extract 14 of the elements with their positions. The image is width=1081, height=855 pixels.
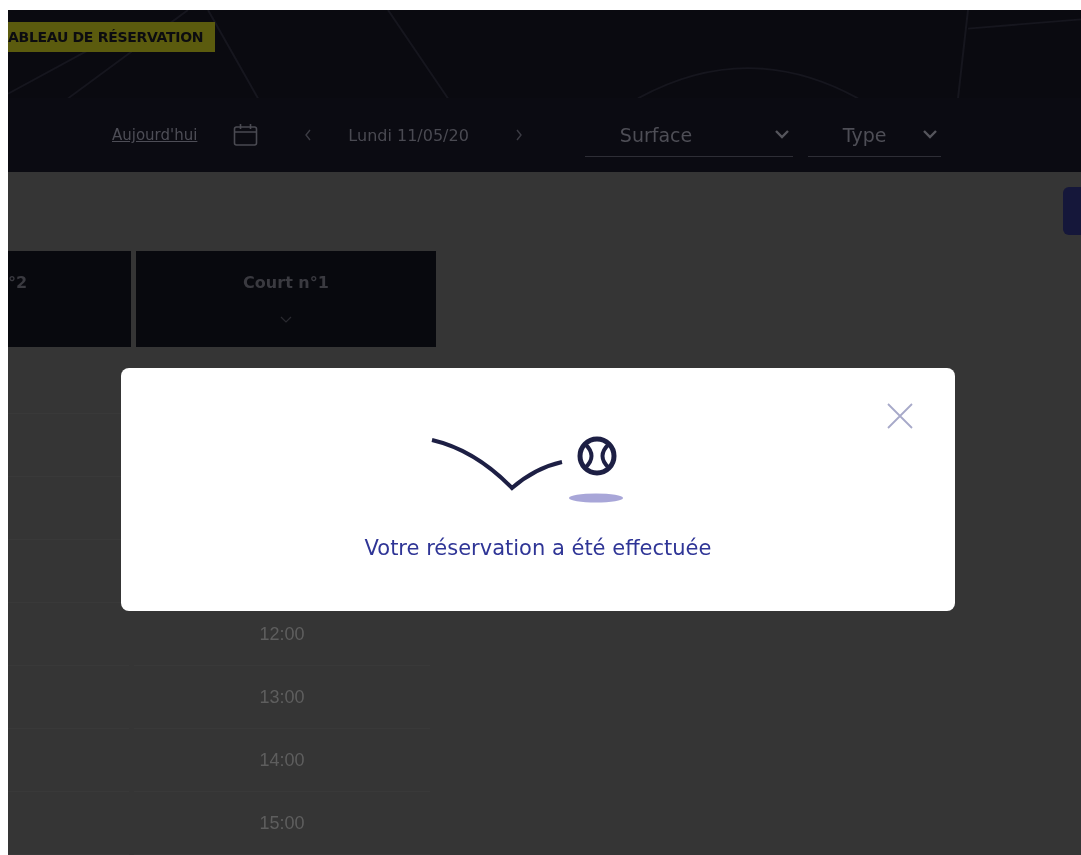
filter-dropdown[interactable]: Surface [584,113,793,158]
previous-day-icon[interactable] [304,129,313,142]
current-date: Lundi 11/05/20 [348,125,469,145]
calendar-icon[interactable] [233,124,259,147]
next-day-icon[interactable] [514,129,523,142]
chevron-down-icon [774,130,789,140]
page-title-tag: ABLEAU DE RÉSERVATION [8,22,216,52]
filter-dropdown[interactable]: Type [807,113,941,158]
success-message: Votre réservation a été effectuée [364,536,712,560]
partial-button[interactable] [1063,187,1081,235]
chevron-down-icon [280,316,292,323]
today-link[interactable]: Aujourd'hui [112,126,198,145]
chevron-down-icon [922,130,937,140]
close-icon[interactable] [887,403,913,429]
